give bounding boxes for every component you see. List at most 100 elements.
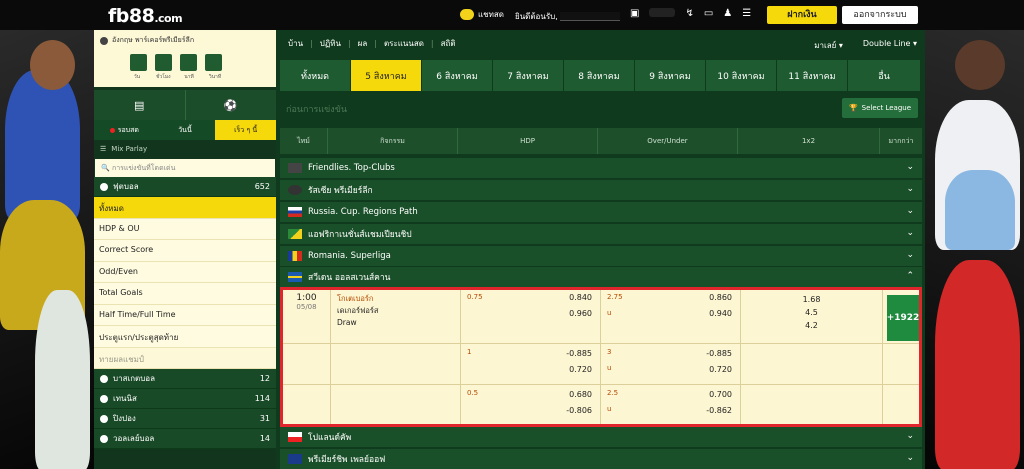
parlay-icon: ☰ — [100, 145, 107, 153]
football-icon — [100, 182, 108, 191]
left-banner-art — [0, 30, 94, 469]
menu-hdp-ou[interactable]: HDP & OU — [94, 218, 276, 240]
refresh-icon[interactable]: ↯ — [685, 8, 693, 19]
ou-cell[interactable]: 2.5 u 0.700 -0.862 — [601, 385, 741, 424]
live-dot-icon — [109, 127, 115, 133]
right-banner-art — [925, 30, 1024, 469]
promo-icon[interactable]: ▭ — [704, 8, 713, 19]
match-time: 1:00 05/08 — [283, 290, 331, 343]
sidebar: อังกฤษ พาร์เคอร์พรีเมียร์ลีก วัน ชั่วโมง… — [94, 30, 277, 469]
col-1x2: 1x2 — [738, 128, 880, 154]
date-tab-7[interactable]: 7 สิงหาคม — [493, 60, 564, 91]
league-row[interactable]: โปแลนด์คัพ ⌄ — [280, 427, 922, 447]
table-tennis-icon — [100, 414, 108, 423]
league-row[interactable]: แอฟริกาเนชั่นส์แชมเปียนชิป ⌄ — [280, 224, 922, 244]
league-row[interactable]: Friendlies. Top-Clubs ⌄ — [280, 158, 922, 178]
scoreboard-icon[interactable]: ▤ — [94, 90, 185, 120]
col-ou: Over/Under — [598, 128, 738, 154]
sport-volleyball[interactable]: วอลเลย์บอล 14 — [94, 429, 276, 449]
match-teams: โกเตเบอร์ก เดเกอร์ฟอร์ส Draw — [331, 290, 461, 343]
wallet-icon[interactable]: ▣ — [630, 8, 639, 19]
featured-search[interactable]: 🔍 การแข่งขันที่โดดเด่น — [95, 159, 275, 177]
volleyball-icon — [100, 434, 108, 443]
menu-odd-even[interactable]: Odd/Even — [94, 261, 276, 283]
col-event: กิจกรรม — [328, 128, 458, 154]
mix-parlay[interactable]: ☰ Mix Parlay — [94, 140, 276, 159]
match-card: 1:00 05/08 โกเตเบอร์ก เดเกอร์ฟอร์ส Draw 0.7… — [280, 287, 922, 427]
nav-calendar[interactable]: ปฏิทิน — [320, 37, 341, 50]
chevron-down-icon: ⌄ — [906, 206, 914, 216]
sport-basketball[interactable]: บาสเกตบอล 12 — [94, 369, 276, 389]
nav-results[interactable]: ผล — [358, 37, 368, 50]
trophy-icon: 🏆 — [848, 104, 858, 112]
sport-football[interactable]: ฟุตบอล 652 — [94, 177, 276, 197]
hdp-cell[interactable]: 0.5 0.680 -0.806 — [461, 385, 601, 424]
menu-correct-score[interactable]: Correct Score — [94, 240, 276, 262]
date-tab-6[interactable]: 6 สิงหาคม — [422, 60, 493, 91]
more-markets-button[interactable]: +1922 — [887, 295, 919, 341]
league-row[interactable]: พรีเมียร์ชิพ เพลย์ออฟ ⌄ — [280, 449, 922, 469]
logout-button[interactable]: ออกจากระบบ — [842, 6, 918, 24]
league-icon — [100, 36, 108, 45]
col-time: ไทม์ — [280, 128, 328, 154]
stats-icon[interactable]: ⚽ — [184, 90, 277, 120]
tab-live[interactable]: รอบสด — [94, 120, 155, 140]
hdp-cell[interactable]: 1 -0.885 0.720 — [461, 344, 601, 384]
sport-tennis[interactable]: เทนนิส 114 — [94, 389, 276, 409]
logo[interactable]: fb88.com — [108, 5, 183, 27]
chevron-down-icon: ⌄ — [906, 453, 914, 463]
flag-icon — [288, 163, 302, 173]
odds-format-select[interactable]: มาเลย์ ▾ — [814, 39, 843, 52]
deposit-button[interactable]: ฝากเงิน — [767, 6, 837, 24]
chevron-down-icon: ⌄ — [906, 228, 914, 238]
ou-cell[interactable]: 3 u -0.885 0.720 — [601, 344, 741, 384]
nav-live-score[interactable]: ตระแนนสด — [384, 37, 424, 50]
col-more: มากกว่า — [888, 136, 914, 145]
date-tab-5[interactable]: 5 สิงหาคม — [351, 60, 422, 91]
countdown-panel: อังกฤษ พาร์เคอร์พรีเมียร์ลีก วัน ชั่วโมง… — [94, 30, 276, 87]
account-icon[interactable]: ♟ — [723, 8, 732, 19]
col-hdp: HDP — [458, 128, 598, 154]
chat-icon — [460, 9, 474, 20]
tennis-icon — [100, 394, 108, 403]
menu-outright[interactable]: ทายผลแชมป์ — [94, 347, 276, 369]
date-tab-11[interactable]: 11 สิงหาคม — [777, 60, 848, 91]
basketball-icon — [100, 374, 108, 383]
date-tab-9[interactable]: 9 สิงหาคม — [635, 60, 706, 91]
odds-row: 1 -0.885 0.720 3 u -0.885 0.720 — [283, 344, 919, 385]
nav-home[interactable]: บ้าน — [288, 37, 303, 50]
chevron-up-icon: ⌃ — [906, 271, 914, 281]
live-chat-button[interactable]: แชทสด — [460, 8, 504, 21]
menu-icon[interactable]: ☰ — [742, 8, 751, 19]
countdown-clock — [130, 54, 222, 71]
date-tab-8[interactable]: 8 สิงหาคม — [564, 60, 635, 91]
date-tab-other[interactable]: อื่น — [848, 60, 921, 91]
hdp-cell[interactable]: 0.75 0.840 0.960 — [461, 290, 601, 343]
date-tabs: ทั้งหมด 5 สิงหาคม 6 สิงหาคม 7 สิงหาคม 8 … — [280, 60, 922, 91]
nav-stats[interactable]: สถิติ — [441, 37, 456, 50]
date-tab-all[interactable]: ทั้งหมด — [280, 60, 351, 91]
menu-ht-ft[interactable]: Half Time/Full Time — [94, 304, 276, 326]
menu-all[interactable]: ทั้งหมด — [94, 197, 276, 219]
league-row[interactable]: Russia. Cup. Regions Path ⌄ — [280, 202, 922, 222]
league-row[interactable]: รัสเซีย พรีเมียร์ลีก ⌄ — [280, 180, 922, 200]
flag-icon — [288, 432, 302, 442]
top-bar: fb88.com แชทสด ยินดีต้อนรับ, ▣ ↯ ▭ ♟ ☰ ฝ… — [0, 0, 1024, 30]
menu-total-goals[interactable]: Total Goals — [94, 283, 276, 305]
chevron-down-icon: ⌄ — [906, 162, 914, 172]
table-header: ไทม์ กิจกรรม HDP Over/Under 1x2 มากกว่า — [280, 128, 922, 154]
date-tab-10[interactable]: 10 สิงหาคม — [706, 60, 777, 91]
tab-today[interactable]: วันนี้ — [155, 120, 216, 140]
line-view-select[interactable]: Double Line ▾ — [863, 39, 917, 52]
balance-redacted — [649, 8, 676, 17]
sport-table-tennis[interactable]: ปิงปอง 31 — [94, 409, 276, 429]
menu-first-last-goal[interactable]: ประตูแรก/ประตูสุดท้าย — [94, 326, 276, 348]
odds-row: 1:00 05/08 โกเตเบอร์ก เดเกอร์ฟอร์ส Draw 0.7… — [283, 290, 919, 344]
1x2-cell[interactable]: 1.68 4.5 4.2 — [741, 290, 883, 343]
tab-soon[interactable]: เร็ว ๆ นี้ — [215, 120, 277, 140]
prematch-header: ก่อนการแข่งขัน 🏆 Select League — [280, 94, 922, 124]
select-league-button[interactable]: 🏆 Select League — [842, 98, 918, 118]
ou-cell[interactable]: 2.75 u 0.860 0.940 — [601, 290, 741, 343]
league-row[interactable]: Romania. Superliga ⌄ — [280, 246, 922, 266]
league-row[interactable]: สวีเดน ออลสเวนส์คาน ⌃ — [280, 267, 922, 287]
